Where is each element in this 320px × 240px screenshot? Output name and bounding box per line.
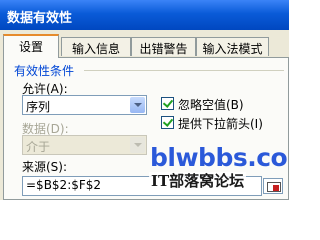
- range-selector-icon[interactable]: [263, 178, 283, 194]
- source-label: 来源(S):: [22, 160, 68, 174]
- data-select: 介于: [22, 135, 147, 155]
- group-label: 有效性条件: [14, 64, 75, 78]
- dropdown-arrow-icon: [130, 137, 145, 153]
- tab-error-alert[interactable]: 出错警告: [131, 37, 196, 56]
- tab-label: 设置: [18, 40, 43, 54]
- tab-strip: 设置 输入信息 出错警告 输入法模式: [0, 34, 289, 58]
- group-divider: [84, 70, 284, 71]
- ignore-blank-label: 忽略空值(B): [178, 98, 244, 112]
- watermark-site: blwbbs.com: [150, 143, 289, 172]
- dropdown-arrow-label: 提供下拉箭头(I): [178, 117, 263, 131]
- dialog-title: 数据有效性: [7, 11, 73, 26]
- allow-value: 序列: [26, 100, 51, 114]
- source-value: =$B$2:$F$2: [26, 178, 102, 192]
- dropdown-arrow-icon[interactable]: [130, 97, 145, 113]
- tab-label: 输入信息: [71, 42, 120, 56]
- range-arrow-shape: [273, 185, 279, 191]
- title-bar[interactable]: 数据有效性: [0, 0, 289, 30]
- tab-ime-mode[interactable]: 输入法模式: [196, 37, 269, 56]
- allow-select[interactable]: 序列: [22, 95, 147, 115]
- dropdown-arrow-checkbox[interactable]: [161, 116, 174, 129]
- tab-label: 出错警告: [139, 42, 188, 56]
- tab-label: 输入法模式: [202, 42, 263, 56]
- data-value: 介于: [26, 140, 51, 154]
- ignore-blank-checkbox[interactable]: [161, 97, 174, 110]
- tab-input-message[interactable]: 输入信息: [61, 37, 131, 56]
- tab-settings[interactable]: 设置: [3, 34, 59, 58]
- data-validation-dialog: 数据有效性 设置 输入信息 出错警告 输入法模式 有效性条件 允许(A): 序列…: [0, 0, 289, 200]
- watermark-name: IT部落窝论坛: [149, 172, 247, 190]
